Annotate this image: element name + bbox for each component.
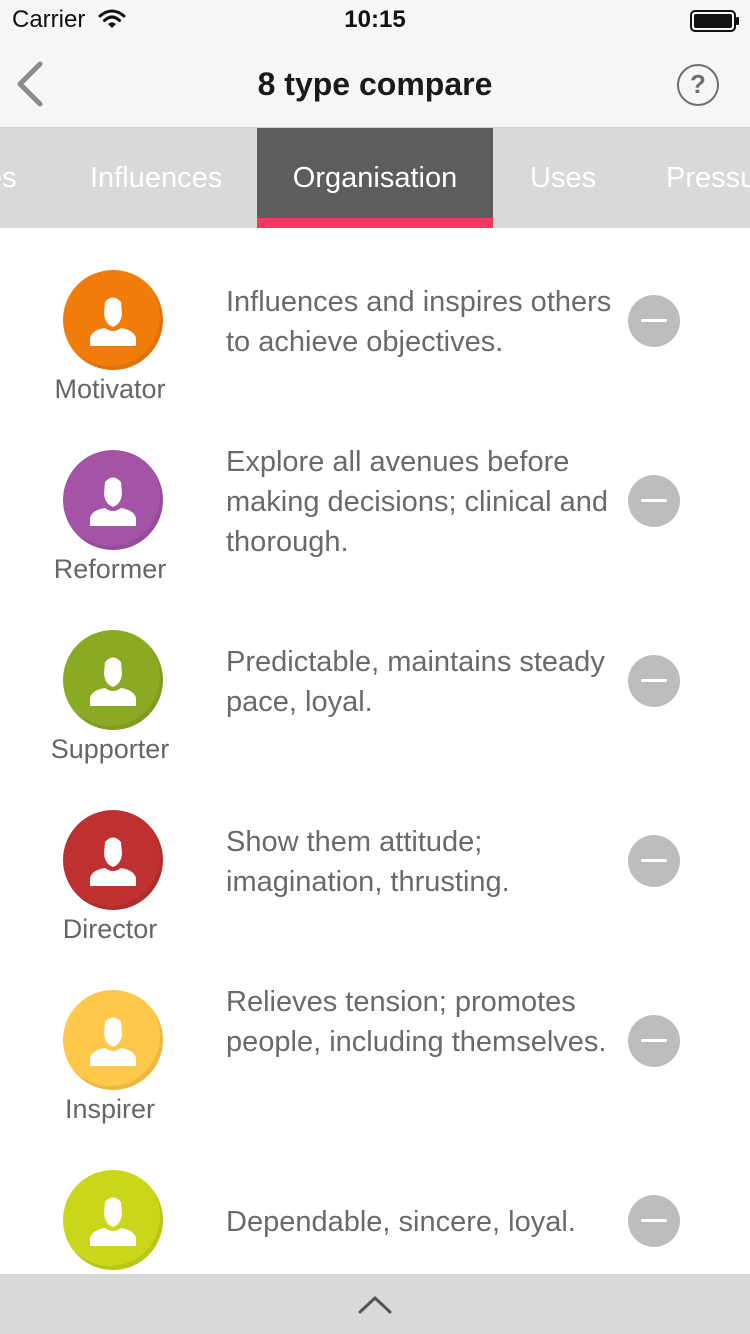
person-icon: [90, 657, 136, 706]
tab-strip: es Influences Organisation Uses Pressu: [0, 128, 750, 228]
type-description: Dependable, sincere, loyal.: [226, 1206, 576, 1238]
type-row-motivator: Motivator Influences and inspires others…: [0, 228, 750, 408]
type-row-inspirer: Inspirer Relieves tension; promotes peop…: [0, 948, 750, 1128]
type-name: Reformer: [53, 554, 167, 584]
battery-icon: [690, 10, 739, 32]
type-row-director: Director Show them attitude; imagination…: [0, 768, 750, 948]
type-name: Director: [62, 914, 158, 944]
remove-button[interactable]: [628, 1195, 680, 1247]
remove-button[interactable]: [628, 835, 680, 887]
tab-label: Organisation: [292, 162, 458, 194]
minus-icon: [641, 859, 667, 862]
type-list: Motivator Influences and inspires others…: [0, 228, 750, 1274]
type-description: Explore all avenues before making decisi…: [226, 446, 609, 558]
bottom-bar: [0, 1274, 750, 1334]
tab-uses[interactable]: Uses: [530, 128, 596, 228]
tab-organisation[interactable]: Organisation: [257, 128, 493, 228]
avatar: [63, 1170, 163, 1270]
tab-pressure[interactable]: Pressu: [666, 128, 750, 228]
person-icon: [90, 1017, 136, 1066]
avatar: [63, 450, 163, 550]
avatar: [63, 810, 163, 910]
tab-influences[interactable]: Influences: [90, 128, 222, 228]
type-row-supporter: Supporter Predictable, maintains steady …: [0, 588, 750, 768]
type-description: Influences and inspires others to achiev…: [226, 286, 612, 358]
minus-icon: [641, 1219, 667, 1222]
type-name: Motivator: [54, 374, 166, 404]
avatar: [63, 630, 163, 730]
remove-button[interactable]: [628, 295, 680, 347]
type-description: Relieves tension; promotes people, inclu…: [226, 986, 607, 1058]
type-name: Inspirer: [64, 1094, 156, 1124]
tab-label: Uses: [530, 162, 597, 194]
chevron-left-icon: [17, 61, 43, 107]
avatar: [63, 270, 163, 370]
type-name: Supporter: [50, 734, 170, 764]
minus-icon: [641, 1039, 667, 1042]
navigation-bar: 8 type compare ?: [0, 40, 750, 128]
help-button[interactable]: ?: [677, 64, 719, 106]
tab-label: Pressu: [666, 162, 750, 194]
page-title: 8 type compare: [257, 66, 493, 102]
avatar: [63, 990, 163, 1090]
status-bar: Carrier 10:15: [0, 0, 750, 40]
tab-label: es: [0, 162, 17, 194]
type-description: Predictable, maintains steady pace, loya…: [226, 646, 605, 718]
remove-button[interactable]: [628, 475, 680, 527]
person-icon: [90, 297, 136, 346]
type-row-reformer: Reformer Explore all avenues before maki…: [0, 408, 750, 588]
expand-button[interactable]: [355, 1290, 395, 1320]
person-icon: [90, 477, 136, 526]
minus-icon: [641, 679, 667, 682]
remove-button[interactable]: [628, 655, 680, 707]
clock: 10:15: [344, 6, 406, 33]
tab-label: Influences: [90, 162, 223, 194]
back-button[interactable]: [8, 58, 56, 110]
type-row-sixth: Dependable, sincere, loyal.: [0, 1128, 750, 1274]
tab-previous[interactable]: es: [0, 128, 17, 228]
minus-icon: [641, 499, 667, 502]
chevron-up-icon: [358, 1296, 392, 1314]
minus-icon: [641, 319, 667, 322]
type-description: Show them attitude; imagination, thrusti…: [226, 826, 510, 898]
remove-button[interactable]: [628, 1015, 680, 1067]
active-tab-indicator: [257, 218, 493, 228]
person-icon: [90, 1197, 136, 1246]
person-icon: [90, 837, 136, 886]
